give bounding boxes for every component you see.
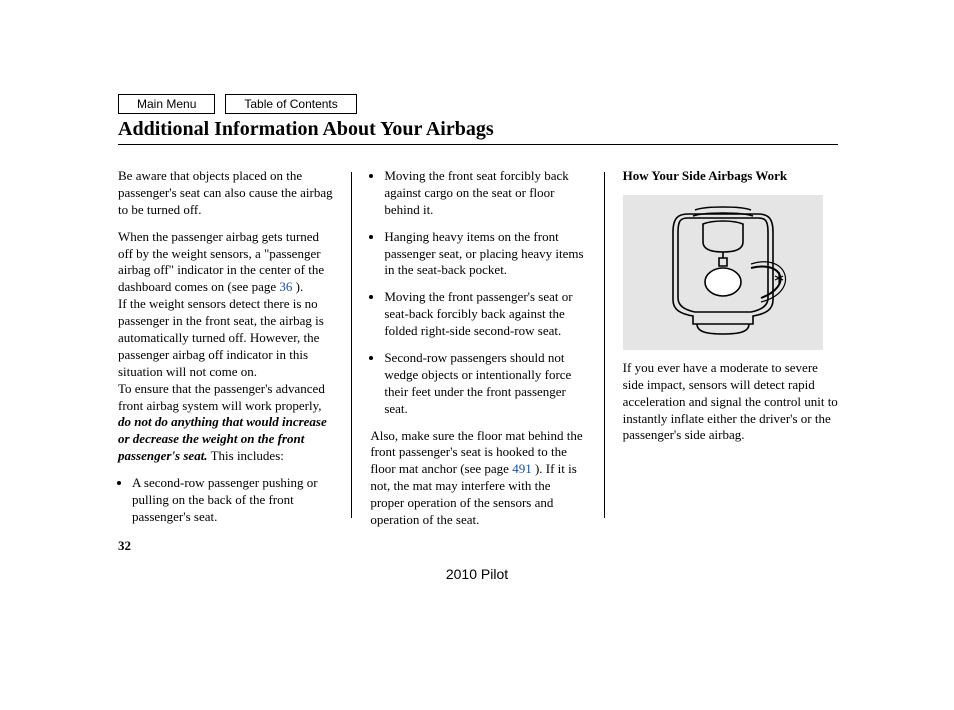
list-item: Moving the front seat forcibly back agai…	[384, 168, 585, 219]
bullet-list: Moving the front seat forcibly back agai…	[370, 168, 585, 418]
column-1: Be aware that objects placed on the pass…	[118, 168, 333, 539]
bullet-list: A second-row passenger pushing or pullin…	[118, 475, 333, 526]
heading-rule	[118, 144, 838, 145]
column-3: How Your Side Airbags Work	[623, 168, 838, 539]
body-text: Be aware that objects placed on the pass…	[118, 168, 333, 219]
body-text-fragment: To ensure that the passenger's advanced …	[118, 381, 325, 413]
nav-buttons: Main Menu Table of Contents	[118, 94, 357, 114]
body-text: To ensure that the passenger's advanced …	[118, 381, 333, 465]
table-of-contents-button[interactable]: Table of Contents	[225, 94, 356, 114]
list-item: Moving the front passenger's seat or sea…	[384, 289, 585, 340]
page-title: Additional Information About Your Airbag…	[118, 118, 494, 141]
section-heading: How Your Side Airbags Work	[623, 168, 838, 185]
body-text-fragment: This includes:	[208, 448, 284, 463]
column-separator	[604, 172, 605, 518]
column-separator	[351, 172, 352, 518]
model-year: 2010 Pilot	[446, 566, 508, 582]
list-item: Hanging heavy items on the front passeng…	[384, 229, 585, 280]
list-item: Second-row passengers should not wedge o…	[384, 350, 585, 418]
body-text: If the weight sensors detect there is no…	[118, 296, 333, 380]
page-link-36[interactable]: 36	[279, 279, 292, 294]
page-number: 32	[118, 538, 131, 554]
list-item: A second-row passenger pushing or pullin…	[132, 475, 333, 526]
side-airbag-illustration	[623, 195, 823, 350]
body-text: If you ever have a moderate to severe si…	[623, 360, 838, 444]
manual-page: Main Menu Table of Contents Additional I…	[0, 0, 954, 710]
content-columns: Be aware that objects placed on the pass…	[118, 168, 838, 539]
body-text: Also, make sure the floor mat behind the…	[370, 428, 585, 529]
column-2: Moving the front seat forcibly back agai…	[370, 168, 585, 539]
seat-airbag-icon	[633, 202, 813, 342]
body-text: When the passenger airbag gets turned of…	[118, 229, 333, 297]
page-link-491[interactable]: 491	[512, 461, 532, 476]
body-text-fragment: ).	[292, 279, 303, 294]
main-menu-button[interactable]: Main Menu	[118, 94, 215, 114]
